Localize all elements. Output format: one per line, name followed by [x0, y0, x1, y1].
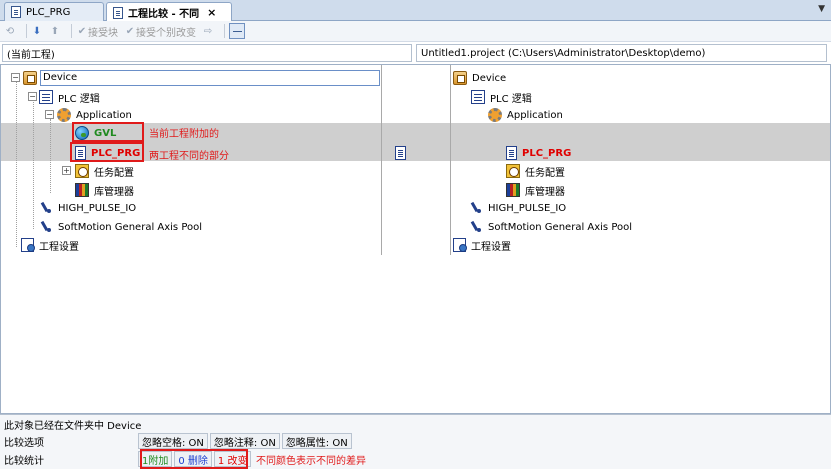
toolbar-divider	[224, 24, 225, 38]
left-tree-task-config[interactable]: 任务配置	[75, 162, 136, 180]
previous-difference-icon[interactable]: ⬆	[49, 25, 61, 37]
left-tree-high-pulse[interactable]: HIGH_PULSE_IO	[41, 199, 138, 217]
checkmark-icon: ✔	[77, 25, 87, 37]
right-tree-softmotion[interactable]: SoftMotion General Axis Pool	[471, 218, 634, 236]
right-tree-lib-manager[interactable]: 库管理器	[506, 181, 567, 199]
left-path-text: (当前工程)	[7, 49, 55, 61]
right-tree-task-config[interactable]: 任务配置	[506, 162, 567, 180]
right-tree-project-settings[interactable]: 工程设置	[453, 236, 513, 254]
tab-label: PLC_PRG	[26, 6, 71, 18]
axis-icon	[41, 201, 53, 215]
left-tree-softmotion[interactable]: SoftMotion General Axis Pool	[41, 218, 204, 236]
collapse-application-toggle[interactable]: −	[45, 110, 54, 119]
accept-single-label: 接受个别改变	[136, 27, 196, 39]
right-tree-plc-logic[interactable]: PLC 逻辑	[471, 88, 534, 106]
checkmark-icon: ✔	[125, 25, 135, 37]
toolbar-divider	[71, 24, 72, 38]
right-tree-application[interactable]: Application	[488, 106, 565, 124]
tab-strip: PLC_PRG 工程比较 - 不同 × ▼	[0, 0, 831, 22]
expand-task-config-toggle[interactable]: +	[62, 166, 71, 175]
accept-all-icon[interactable]: ⇨	[202, 25, 214, 37]
device-icon	[23, 71, 37, 85]
tab-plc-prg[interactable]: PLC_PRG	[4, 2, 104, 21]
library-icon	[506, 183, 520, 197]
toggle-unified-view-button[interactable]	[229, 23, 245, 39]
toolbar-divider	[26, 24, 27, 38]
pane-divider	[381, 65, 382, 255]
document-icon	[506, 146, 517, 160]
left-tree-lib-manager[interactable]: 库管理器	[75, 181, 136, 199]
status-row: 此对象已经在文件夹中 Device	[0, 415, 141, 433]
annotation-color-note: 不同颜色表示不同的差异	[256, 456, 366, 467]
left-tree-plc-logic[interactable]: PLC 逻辑	[39, 88, 102, 106]
left-tree-device[interactable]: Device	[23, 69, 380, 87]
device-icon	[453, 71, 467, 85]
collapse-device-toggle[interactable]: −	[11, 73, 20, 82]
compare-view: − Device − PLC 逻辑 − Application GVL 当前工程…	[0, 64, 831, 414]
plc-logic-icon	[39, 90, 53, 104]
accept-block-button[interactable]: ✔ 接受块	[76, 24, 118, 39]
pane-divider	[450, 65, 451, 255]
collapse-plc-logic-toggle[interactable]: −	[28, 92, 37, 101]
ignore-whitespace-option[interactable]: 忽略空格: ON	[138, 433, 208, 449]
axis-icon	[41, 220, 53, 234]
changed-highlight-box	[70, 142, 144, 162]
right-tree-high-pulse[interactable]: HIGH_PULSE_IO	[471, 199, 568, 217]
added-highlight-box	[72, 122, 144, 142]
document-icon	[395, 146, 406, 160]
plc-logic-icon	[471, 90, 485, 104]
ignore-comments-option[interactable]: 忽略注释: ON	[209, 433, 280, 449]
left-tree-project-settings[interactable]: 工程设置	[21, 236, 81, 254]
document-icon	[11, 6, 21, 18]
stats-highlight-box	[140, 449, 248, 469]
close-icon[interactable]: ×	[207, 6, 216, 19]
toolbar: ⟲ ⬇ ⬆ ✔ 接受块 ✔ 接受个别改变 ⇨	[0, 21, 831, 42]
accept-single-button[interactable]: ✔ 接受个别改变	[124, 24, 196, 39]
right-project-path: Untitled1.project (C:\Users\Administrato…	[416, 44, 827, 62]
difference-marker[interactable]	[395, 144, 409, 162]
application-icon	[488, 108, 502, 122]
task-config-icon	[506, 164, 520, 178]
right-tree-device[interactable]: Device	[453, 69, 508, 87]
ignore-attributes-option[interactable]: 忽略属性: ON	[281, 433, 352, 449]
task-config-icon	[75, 164, 89, 178]
accept-block-label: 接受块	[88, 27, 118, 39]
document-icon	[113, 6, 123, 19]
next-difference-icon[interactable]: ⬇	[31, 25, 43, 37]
settings-icon	[21, 238, 35, 252]
tab-project-compare[interactable]: 工程比较 - 不同 ×	[106, 2, 232, 22]
compare-stats-label: 比较统计	[4, 455, 44, 467]
status-text: 此对象已经在文件夹中 Device	[4, 420, 142, 432]
annotation-diff: 两工程不同的部分	[149, 151, 229, 162]
right-tree-plc-prg[interactable]: PLC_PRG	[506, 144, 573, 162]
application-icon	[57, 108, 71, 122]
right-path-text: Untitled1.project (C:\Users\Administrato…	[421, 47, 706, 59]
compare-options-label: 比较选项	[4, 437, 44, 449]
axis-icon	[471, 220, 483, 234]
compare-options-row: 比较选项 忽略空格: ON 忽略注释: ON 忽略属性: ON	[0, 432, 354, 450]
axis-icon	[471, 201, 483, 215]
previous-icon[interactable]: ⟲	[4, 25, 16, 37]
tab-label: 工程比较 - 不同	[128, 9, 200, 20]
left-project-path: (当前工程)	[2, 44, 412, 62]
settings-icon	[453, 238, 467, 252]
annotation-added: 当前工程附加的	[149, 129, 219, 140]
library-icon	[75, 183, 89, 197]
compare-footer: 此对象已经在文件夹中 Device 比较选项 忽略空格: ON 忽略注释: ON…	[0, 414, 831, 469]
tab-menu-chevron-down-icon[interactable]: ▼	[818, 4, 825, 14]
